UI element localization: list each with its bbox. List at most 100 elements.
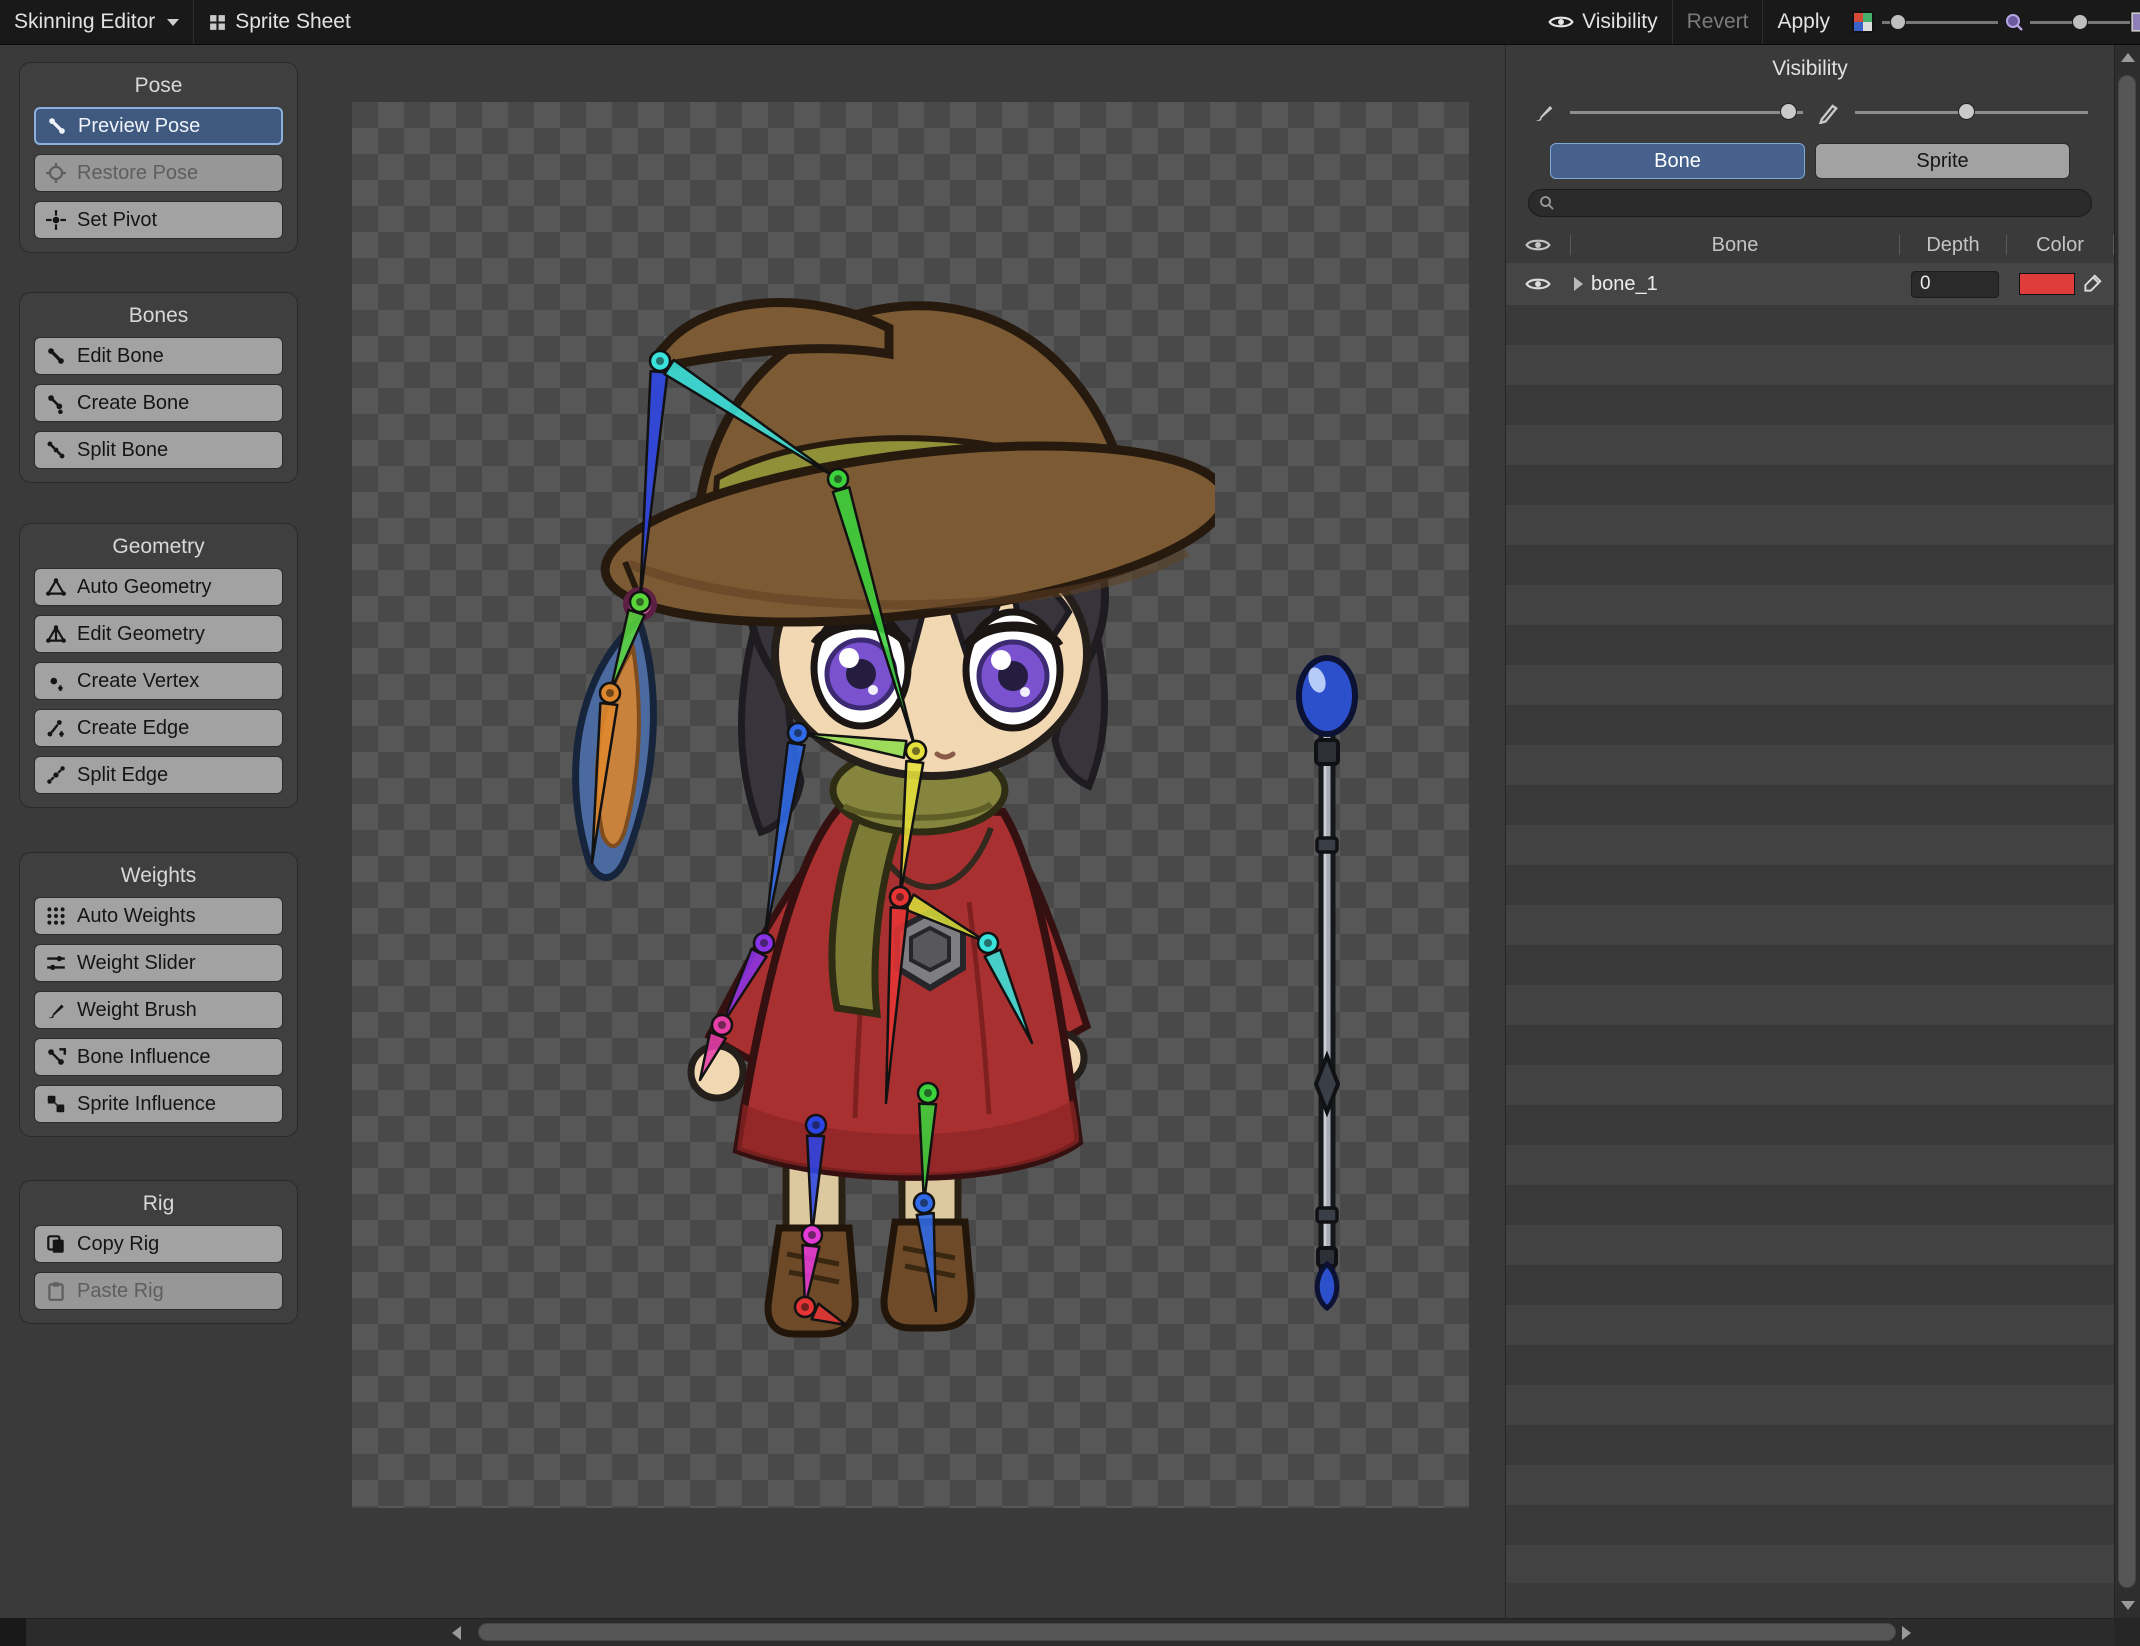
bone-influence-button[interactable]: Bone Influence xyxy=(34,1038,283,1076)
preview-pose-icon xyxy=(46,115,68,137)
slider-handle[interactable] xyxy=(2072,13,2088,30)
visibility-column-eye-icon xyxy=(1506,237,1570,253)
restore-pose-button[interactable]: Restore Pose xyxy=(34,154,283,192)
pose-panel: Pose Preview Pose Restore Pose Set Pivot xyxy=(19,62,298,253)
auto-geometry-button[interactable]: Auto Geometry xyxy=(34,568,283,606)
create-edge-icon xyxy=(45,717,67,739)
weight-brush-label: Weight Brush xyxy=(77,998,197,1021)
auto-weights-icon xyxy=(45,905,67,927)
color-palette-icon[interactable] xyxy=(1844,0,1882,44)
split-edge-label: Split Edge xyxy=(77,763,169,786)
weights-panel: Weights Auto Weights Weight Slider Weigh… xyxy=(19,852,298,1137)
sprite-opacity-slider[interactable] xyxy=(1855,97,2088,127)
bone-depth-input[interactable] xyxy=(1911,270,1999,298)
scrollbar-corner-right xyxy=(2114,1618,2140,1646)
rig-panel-title: Rig xyxy=(142,1192,175,1215)
edit-bone-button[interactable]: Edit Bone xyxy=(34,337,283,375)
vertical-scrollbar[interactable] xyxy=(2114,45,2140,1618)
horizontal-scrollbar[interactable] xyxy=(0,1618,2114,1646)
slider-handle[interactable] xyxy=(1780,103,1798,120)
bone-list-empty-rows xyxy=(1506,305,2114,1583)
tab-sprite[interactable]: Sprite xyxy=(1815,143,2070,179)
skinning-editor-dropdown[interactable]: Skinning Editor xyxy=(0,0,193,44)
bone-search-field[interactable] xyxy=(1528,189,2092,217)
scroll-down-arrow[interactable] xyxy=(2121,1601,2135,1610)
scroll-up-arrow[interactable] xyxy=(2121,53,2135,62)
preview-pose-label: Preview Pose xyxy=(78,114,201,137)
set-pivot-button[interactable]: Set Pivot xyxy=(34,201,283,239)
geometry-panel-title: Geometry xyxy=(112,535,205,558)
preview-pose-button[interactable]: Preview Pose xyxy=(34,107,283,145)
sprite-influence-icon xyxy=(45,1093,67,1115)
top-toolbar: Skinning Editor Sprite Sheet Visibility … xyxy=(0,0,2140,45)
vertical-scrollbar-thumb[interactable] xyxy=(2118,75,2136,1588)
scroll-left-arrow[interactable] xyxy=(452,1626,461,1640)
copy-rig-button[interactable]: Copy Rig xyxy=(34,1225,283,1263)
bone-color-swatch[interactable] xyxy=(2019,273,2075,295)
bone-visibility-toggle[interactable] xyxy=(1506,276,1570,292)
geometry-panel: Geometry Auto Geometry Edit Geometry Cre… xyxy=(19,523,298,808)
sprite-influence-button[interactable]: Sprite Influence xyxy=(34,1085,283,1123)
set-pivot-icon xyxy=(45,209,67,231)
toolbar-opacity-slider[interactable] xyxy=(1882,0,1998,44)
bone-name[interactable]: bone_1 xyxy=(1591,273,1658,296)
search-input[interactable] xyxy=(1563,192,2081,214)
expand-caret-icon[interactable] xyxy=(1574,277,1583,291)
visibility-toggle-button[interactable]: Visibility xyxy=(1534,0,1671,44)
visibility-toolbar-label: Visibility xyxy=(1582,10,1658,33)
create-edge-button[interactable]: Create Edge xyxy=(34,709,283,747)
slider-track xyxy=(1570,111,1803,114)
weight-slider-label: Weight Slider xyxy=(77,951,196,974)
weight-slider-icon xyxy=(45,952,67,974)
main-viewport: Pose Preview Pose Restore Pose Set Pivot… xyxy=(0,45,2114,1618)
zoom-icon[interactable] xyxy=(1998,0,2030,44)
bone-opacity-brush-icon xyxy=(1532,100,1556,124)
edit-geometry-icon xyxy=(45,623,67,645)
create-vertex-label: Create Vertex xyxy=(77,669,200,692)
slider-handle[interactable] xyxy=(1957,103,1975,120)
slider-handle[interactable] xyxy=(1890,13,1906,30)
create-bone-button[interactable]: Create Bone xyxy=(34,384,283,422)
bone-opacity-slider[interactable] xyxy=(1570,97,1803,127)
pose-panel-title: Pose xyxy=(134,74,183,97)
bone-table-header: Bone Depth Color xyxy=(1506,227,2114,263)
auto-geometry-icon xyxy=(45,576,67,598)
split-bone-label: Split Bone xyxy=(77,438,169,461)
split-bone-button[interactable]: Split Bone xyxy=(34,431,283,469)
weight-brush-icon xyxy=(45,999,67,1021)
visibility-panel-title: Visibility xyxy=(1772,57,1848,80)
apply-label: Apply xyxy=(1777,10,1830,33)
sprite-sheet-button[interactable]: Sprite Sheet xyxy=(194,0,365,44)
create-bone-icon xyxy=(45,392,67,414)
edit-geometry-label: Edit Geometry xyxy=(77,622,205,645)
weight-slider-button[interactable]: Weight Slider xyxy=(34,944,283,982)
create-vertex-button[interactable]: Create Vertex xyxy=(34,662,283,700)
copy-rig-label: Copy Rig xyxy=(77,1232,160,1255)
bone-list-row[interactable]: bone_1 xyxy=(1506,263,2114,305)
tab-sprite-label: Sprite xyxy=(1916,149,1969,172)
copy-rig-icon xyxy=(45,1233,67,1255)
search-icon xyxy=(1539,195,1555,211)
restore-pose-icon xyxy=(45,162,67,184)
scrollbar-corner-left xyxy=(0,1618,26,1646)
horizontal-scrollbar-thumb[interactable] xyxy=(478,1623,1896,1641)
scroll-right-arrow[interactable] xyxy=(1902,1626,1911,1640)
create-bone-label: Create Bone xyxy=(77,391,190,414)
set-pivot-label: Set Pivot xyxy=(77,208,158,231)
tab-bone[interactable]: Bone xyxy=(1550,143,1805,179)
auto-weights-button[interactable]: Auto Weights xyxy=(34,897,283,935)
split-bone-icon xyxy=(45,439,67,461)
revert-button[interactable]: Revert xyxy=(1673,0,1763,44)
auto-weights-label: Auto Weights xyxy=(77,904,196,927)
paste-rig-button[interactable]: Paste Rig xyxy=(34,1272,283,1310)
skinning-editor-window: Skinning Editor Sprite Sheet Visibility … xyxy=(0,0,2140,1646)
eyedropper-icon[interactable] xyxy=(2081,273,2103,295)
toolbar-zoom-slider[interactable] xyxy=(2030,0,2130,44)
edit-geometry-button[interactable]: Edit Geometry xyxy=(34,615,283,653)
bone-influence-icon xyxy=(45,1046,67,1068)
split-edge-button[interactable]: Split Edge xyxy=(34,756,283,794)
tab-bone-label: Bone xyxy=(1654,149,1701,172)
apply-button[interactable]: Apply xyxy=(1763,0,1844,44)
bones-panel: Bones Edit Bone Create Bone Split Bone xyxy=(19,292,298,483)
weight-brush-button[interactable]: Weight Brush xyxy=(34,991,283,1029)
